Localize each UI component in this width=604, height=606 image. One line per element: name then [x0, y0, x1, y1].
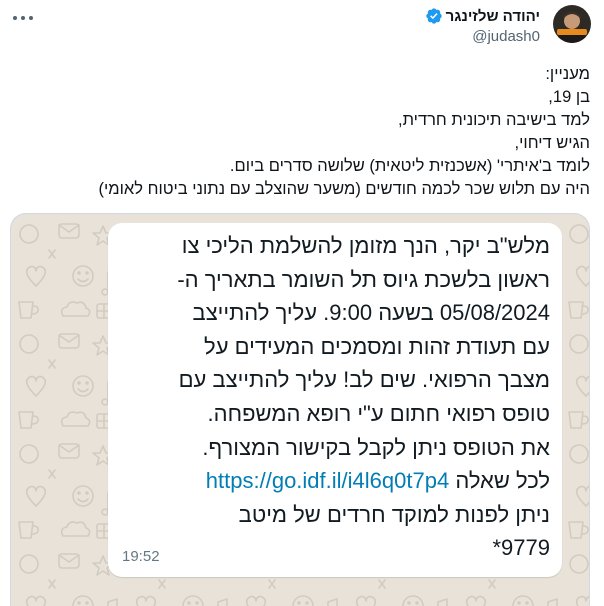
tweet-text-line: בן 19, [548, 88, 590, 106]
author-name-row[interactable]: יהודה שלזינגר [425, 5, 540, 27]
message-bubble: מלש"ב יקר, הנך מזומן להשלמת הליכי צו ראש… [108, 223, 562, 577]
author-handle[interactable]: @judash0 [472, 28, 540, 45]
tweet-text-line: היה עם תלוש שכר לכמה חודשים (משער שהוצלב… [98, 180, 590, 198]
message-line: את הטופס ניתן לקבל בקישור המצורף. [202, 434, 550, 460]
message-link-tail: לכל שאלה [455, 468, 550, 494]
tweet-text-line: מעניין: [545, 65, 590, 83]
message-line: *9779 [492, 535, 550, 561]
message-line: ניתן לפנות למוקד חרדים של מיטב [238, 501, 550, 527]
message-text: מלש"ב יקר, הנך מזומן להשלמת הליכי צו ראש… [120, 229, 550, 565]
avatar-image [553, 5, 591, 43]
message-link[interactable]: https://go.idf.il/i4l6q0t7p4 [206, 468, 449, 493]
more-dot [13, 16, 17, 20]
tweet-text: מעניין: בן 19, למד בישיבה תיכונית חרדית,… [10, 63, 590, 201]
tweet-text-line: לומד ב'איתרי' (אשכנזית ליטאית) שלושה סדר… [229, 157, 590, 175]
message-line: עם תעודת זהות ומסמכים המעידים על [204, 333, 550, 359]
author-name[interactable]: יהודה שלזינגר [446, 8, 540, 25]
more-dot [21, 16, 25, 20]
tweet-media-image[interactable]: מלש"ב יקר, הנך מזומן להשלמת הליכי צו ראש… [10, 213, 590, 606]
message-line: מצבך הרפואי. שים לב! עליך להתייצב עם [178, 367, 550, 393]
message-line: טופס רפואי חתום ע"י רופא המשפחה. [207, 400, 550, 426]
tweet-text-line: למד בישיבה תיכונית חרדית, [398, 111, 590, 129]
more-options-icon[interactable] [13, 13, 33, 23]
tweet-text-line: הגיש דיחוי, [514, 134, 590, 152]
tweet-card: יהודה שלזינגר @judash0 מעניין: בן 19, למ… [0, 0, 604, 606]
verified-badge-icon [425, 8, 442, 24]
more-dot [29, 16, 33, 20]
avatar[interactable] [553, 5, 591, 43]
message-timestamp: 19:52 [122, 548, 160, 565]
message-line: ראשון בלשכת גיוס תל השומר בתאריך ה- [177, 266, 550, 292]
message-line-link: https://go.idf.il/i4l6q0t7p4 לכל שאלה [120, 464, 550, 498]
message-line: מלש"ב יקר, הנך מזומן להשלמת הליכי צו [181, 233, 550, 258]
message-line: 05/08/2024 בשעה 9:00. עליך להתייצב [192, 300, 550, 326]
